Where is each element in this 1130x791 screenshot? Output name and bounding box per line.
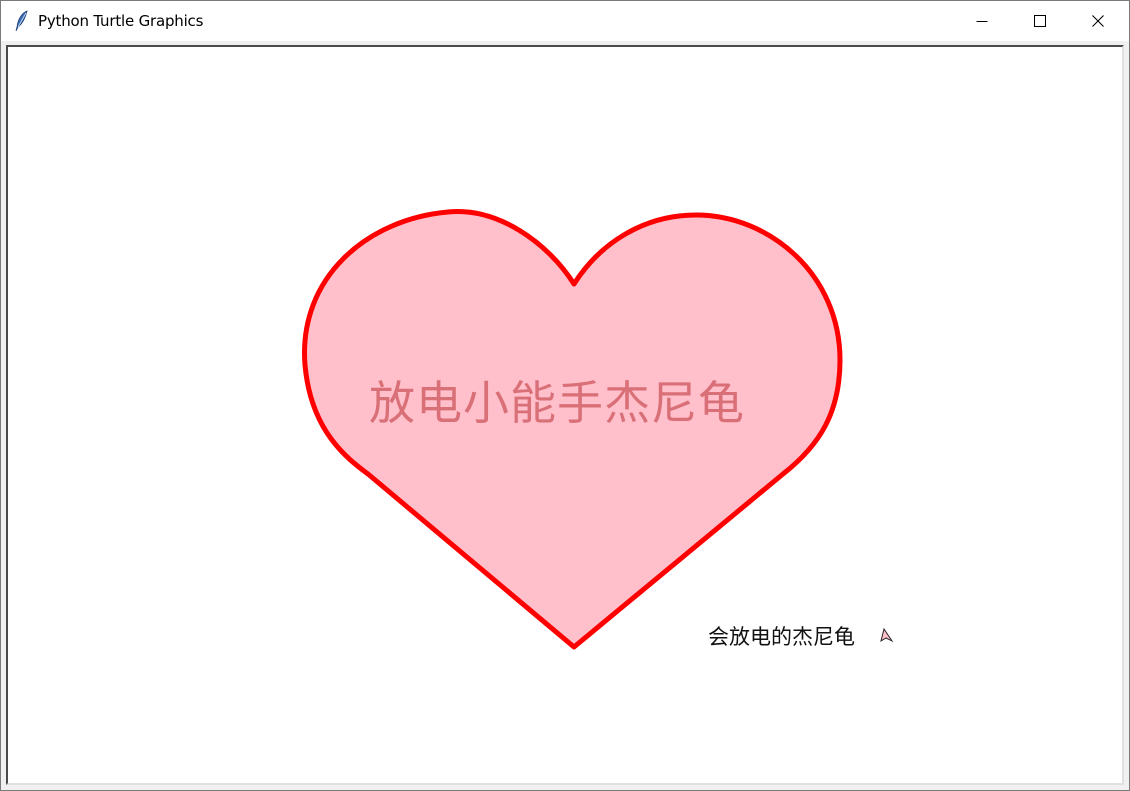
minimize-icon [976, 21, 988, 22]
feather-icon [15, 10, 28, 32]
maximize-button[interactable] [1011, 1, 1069, 41]
turtle-canvas[interactable]: 放电小能手杰尼龟 会放电的杰尼龟 [8, 47, 1122, 783]
heart-label: 放电小能手杰尼龟 [369, 376, 745, 430]
maximize-icon [1034, 15, 1046, 27]
close-button[interactable] [1069, 1, 1127, 41]
client-area: 放电小能手杰尼龟 会放电的杰尼龟 [4, 43, 1124, 786]
canvas-frame: 放电小能手杰尼龟 会放电的杰尼龟 [6, 45, 1124, 785]
turtle-arrow-icon [880, 627, 894, 643]
title-bar[interactable]: Python Turtle Graphics [1, 1, 1129, 41]
minimize-button[interactable] [953, 1, 1011, 41]
signature-text: 会放电的杰尼龟 [708, 625, 855, 649]
turtle-window: Python Turtle Graphics 放电小能手杰尼龟 会放电的杰尼龟 [0, 0, 1130, 791]
window-title: Python Turtle Graphics [38, 12, 204, 30]
close-icon [1092, 15, 1104, 27]
